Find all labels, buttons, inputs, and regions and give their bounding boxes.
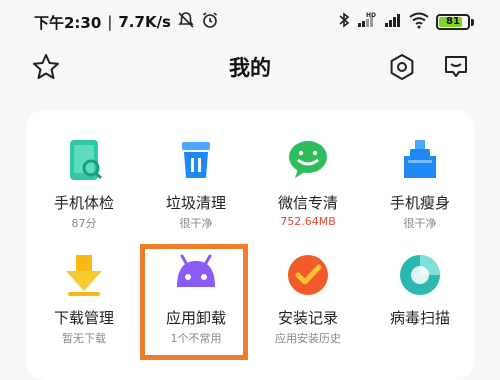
tool-label: 病毒扫描 <box>389 309 450 327</box>
status-time: 下午2:30 <box>34 13 102 32</box>
battery-level: 81 <box>446 16 460 27</box>
status-bar: 下午2:30 | 7.7K/s HD 81 <box>0 0 500 44</box>
tool-status: 很干净 <box>179 217 213 230</box>
battery-icon: 81 <box>436 14 474 30</box>
download-icon <box>62 253 106 297</box>
page-title: 我的 <box>229 56 271 80</box>
tool-status: 暂无下载 <box>62 332 106 345</box>
status-speed: 7.7K/s <box>118 13 171 31</box>
bluetooth-icon <box>338 11 350 33</box>
dnd-icon <box>177 11 195 33</box>
signal-hd-icon: HD <box>356 11 378 33</box>
feedback-icon[interactable] <box>440 51 472 83</box>
tool-download[interactable]: 下载管理 暂无下载 <box>28 253 140 346</box>
wifi-icon <box>408 11 430 33</box>
alarm-icon <box>201 11 219 33</box>
tool-label: 手机体检 <box>53 194 114 212</box>
star-icon[interactable] <box>30 51 62 83</box>
tool-label: 安装记录 <box>277 309 338 327</box>
tool-wechat-clean[interactable]: 微信专清 752.64MB <box>252 138 364 228</box>
tool-status: 87分 <box>71 217 97 230</box>
tool-trash-clean[interactable]: 垃圾清理 很干净 <box>140 138 252 231</box>
tool-label: 微信专清 <box>277 194 338 212</box>
virus-scan-icon <box>398 253 442 297</box>
settings-icon[interactable] <box>386 51 418 83</box>
page-header: 我的 <box>0 44 500 90</box>
tool-virus-scan[interactable]: 病毒扫描 <box>364 253 476 330</box>
trash-icon <box>174 138 218 182</box>
status-separator: | <box>107 13 113 31</box>
tool-label: 垃圾清理 <box>165 194 226 212</box>
phone-check-icon <box>62 138 106 182</box>
highlight-frame <box>140 244 248 360</box>
tool-phone-check[interactable]: 手机体检 87分 <box>28 138 140 231</box>
tool-status: 应用安装历史 <box>275 332 341 345</box>
tool-install-record[interactable]: 安装记录 应用安装历史 <box>252 253 364 346</box>
wechat-clean-icon <box>286 138 330 182</box>
tool-status: 很干净 <box>403 217 437 230</box>
tool-label: 手机瘦身 <box>389 194 450 212</box>
tool-label: 下载管理 <box>53 309 114 327</box>
slim-icon <box>398 138 442 182</box>
tools-card: 手机体检 87分 垃圾清理 很干净 微信专清 752.64MB 手机瘦身 很干净… <box>26 110 474 380</box>
signal-icon <box>384 11 402 33</box>
tool-slim[interactable]: 手机瘦身 很干净 <box>364 138 476 231</box>
tool-status: 752.64MB <box>280 215 336 228</box>
install-record-icon <box>286 253 330 297</box>
